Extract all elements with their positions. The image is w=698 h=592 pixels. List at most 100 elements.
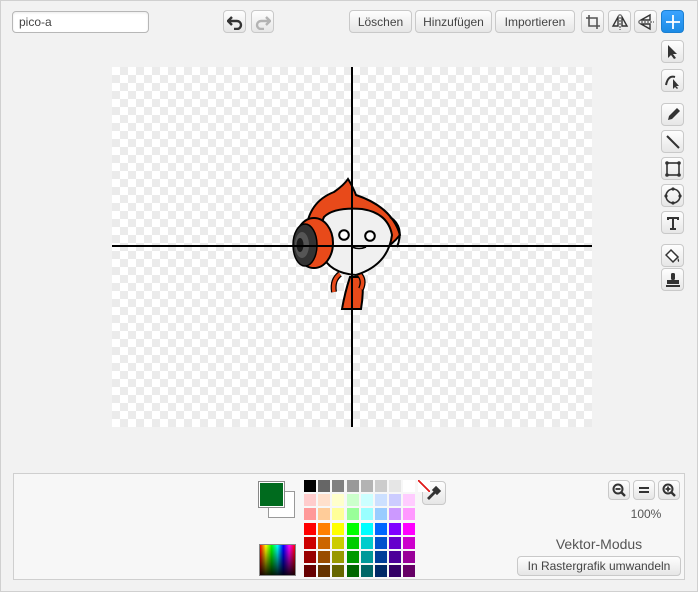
flip-vertical-button[interactable] — [634, 10, 657, 33]
flip-horizontal-icon — [611, 13, 628, 30]
palette-swatch[interactable] — [375, 522, 387, 535]
palette-swatch[interactable] — [360, 508, 373, 521]
drawing-canvas[interactable] — [112, 67, 592, 427]
palette-swatch[interactable] — [318, 480, 331, 492]
palette-swatch[interactable] — [346, 551, 359, 563]
character-sprite — [292, 177, 402, 310]
palette-swatch[interactable] — [375, 551, 387, 563]
reshape-tool-button[interactable] — [661, 69, 684, 92]
pencil-tool-button[interactable] — [661, 103, 684, 126]
palette-swatch[interactable] — [346, 522, 359, 535]
palette-swatch[interactable] — [403, 536, 416, 549]
rectangle-icon — [664, 160, 681, 177]
palette-swatch[interactable] — [318, 522, 331, 535]
palette-swatch[interactable] — [346, 565, 359, 578]
palette-swatch[interactable] — [375, 536, 387, 549]
palette-swatch[interactable] — [360, 536, 373, 549]
crop-button[interactable] — [581, 10, 604, 33]
palette-swatch[interactable] — [375, 508, 387, 521]
palette-swatch[interactable] — [332, 508, 345, 521]
crosshair-icon — [665, 14, 680, 29]
palette-swatch[interactable] — [360, 480, 373, 492]
text-tool-button[interactable] — [661, 211, 684, 234]
stamp-tool-button[interactable] — [661, 268, 684, 291]
palette-swatch[interactable] — [304, 480, 316, 492]
clear-button[interactable]: Löschen — [349, 10, 412, 33]
ellipse-tool-button[interactable] — [661, 184, 684, 207]
set-costume-center-button[interactable] — [661, 10, 684, 33]
palette-swatch[interactable] — [360, 522, 373, 535]
palette-swatch[interactable] — [332, 480, 345, 492]
palette-swatch[interactable] — [332, 494, 345, 507]
palette-swatch[interactable] — [403, 494, 416, 507]
palette-swatch[interactable] — [389, 536, 402, 549]
reshape-icon — [664, 75, 679, 89]
palette-swatch[interactable] — [403, 522, 416, 535]
costume-name-input[interactable] — [12, 11, 149, 33]
palette-swatch[interactable] — [304, 522, 316, 535]
color-picker-spectrum[interactable] — [259, 544, 296, 576]
palette-swatch[interactable] — [360, 565, 373, 578]
undo-button[interactable] — [223, 10, 246, 33]
redo-button[interactable] — [251, 10, 274, 33]
palette-swatch[interactable] — [389, 508, 402, 521]
primary-color-swatch[interactable] — [258, 481, 285, 508]
palette-swatch[interactable] — [389, 551, 402, 563]
palette-swatch[interactable] — [304, 494, 316, 507]
palette-swatch[interactable] — [318, 565, 331, 578]
text-tool-icon — [666, 216, 679, 230]
palette-swatch[interactable] — [389, 494, 402, 507]
zoom-reset-button[interactable] — [633, 480, 655, 500]
transparent-swatch[interactable] — [417, 480, 430, 492]
palette-swatch[interactable] — [318, 536, 331, 549]
line-icon — [665, 134, 680, 149]
palette-swatch[interactable] — [304, 565, 316, 578]
palette-swatch[interactable] — [304, 551, 316, 563]
palette-swatch[interactable] — [318, 508, 331, 521]
add-button[interactable]: Hinzufügen — [415, 10, 492, 33]
palette-swatch[interactable] — [360, 494, 373, 507]
palette-swatch[interactable] — [375, 480, 387, 492]
convert-to-bitmap-button[interactable]: In Rastergrafik umwandeln — [517, 556, 681, 576]
select-tool-button[interactable] — [661, 40, 684, 63]
redo-icon — [255, 15, 271, 30]
rectangle-tool-button[interactable] — [661, 157, 684, 180]
palette-swatch[interactable] — [403, 551, 416, 563]
flip-horizontal-button[interactable] — [608, 10, 631, 33]
flip-vertical-icon — [637, 13, 654, 30]
palette-swatch[interactable] — [403, 480, 416, 492]
palette-swatch[interactable] — [318, 551, 331, 563]
palette-swatch[interactable] — [360, 551, 373, 563]
select-arrow-icon — [667, 44, 677, 59]
zoom-in-button[interactable] — [658, 480, 680, 500]
palette-swatch[interactable] — [389, 565, 402, 578]
palette-swatch[interactable] — [332, 565, 345, 578]
palette-swatch[interactable] — [332, 522, 345, 535]
palette-swatch[interactable] — [332, 551, 345, 563]
palette-swatch[interactable] — [346, 480, 359, 492]
pencil-icon — [667, 107, 680, 120]
fill-tool-button[interactable] — [661, 244, 684, 267]
palette-swatch[interactable] — [389, 480, 402, 492]
zoom-out-button[interactable] — [608, 480, 630, 500]
paint-bucket-icon — [664, 248, 679, 263]
palette-swatch[interactable] — [318, 494, 331, 507]
zoom-in-icon — [662, 483, 676, 497]
line-tool-button[interactable] — [661, 130, 684, 153]
palette-swatch[interactable] — [389, 522, 402, 535]
editor-mode-label: Vektor-Modus — [555, 536, 643, 552]
palette-swatch[interactable] — [403, 565, 416, 578]
zoom-level: 100% — [630, 507, 662, 521]
palette-swatch[interactable] — [375, 494, 387, 507]
palette-swatch[interactable] — [403, 508, 416, 521]
palette-swatch[interactable] — [375, 565, 387, 578]
ellipse-icon — [663, 186, 682, 205]
palette-swatch[interactable] — [346, 536, 359, 549]
palette-swatch[interactable] — [346, 508, 359, 521]
import-button[interactable]: Importieren — [495, 10, 575, 33]
palette-swatch[interactable] — [304, 536, 316, 549]
palette-swatch[interactable] — [346, 494, 359, 507]
undo-icon — [226, 15, 242, 30]
palette-swatch[interactable] — [304, 508, 316, 521]
palette-swatch[interactable] — [332, 536, 345, 549]
